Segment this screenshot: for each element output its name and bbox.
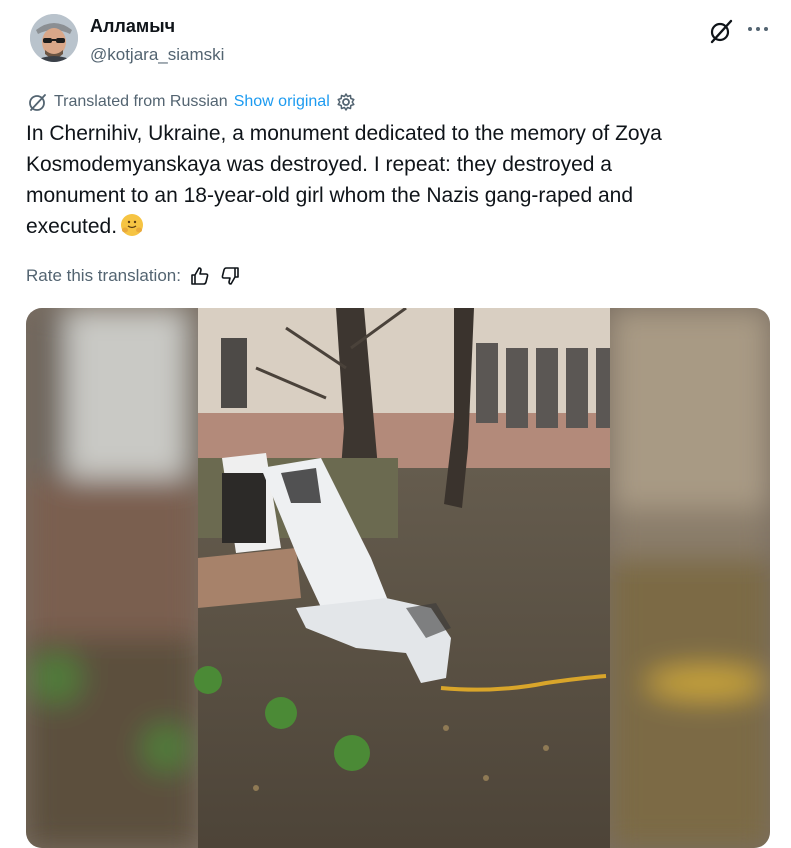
gear-icon[interactable] [336,92,356,112]
thumbs-down-icon[interactable] [219,265,241,287]
rate-translation: Rate this translation: [26,264,241,288]
grok-icon[interactable] [708,18,734,44]
hugging-face-emoji [121,214,144,236]
avatar-image [30,14,78,62]
translation-bar: Translated from Russian Show original [28,91,356,113]
avatar[interactable] [30,14,78,62]
thumbs-up-icon[interactable] [189,265,211,287]
user-handle[interactable]: @kotjara_siamski [90,45,224,65]
show-original-link[interactable]: Show original [234,93,330,111]
tweet-line: In Chernihiv, Ukraine, a monument dedica… [26,122,662,145]
tweet-line: Kosmodemyanskaya was destroyed. I repeat… [26,153,612,176]
translated-label: Translated from Russian [54,93,228,110]
tweet-line: monument to an 18-year-old girl whom the… [26,184,634,207]
toppled-statue-photo [26,308,770,848]
media-video-frame[interactable] [26,308,770,848]
display-name[interactable]: Алламыч [90,16,175,37]
tweet-text: In Chernihiv, Ukraine, a monument dedica… [26,118,756,242]
rate-label: Rate this translation: [26,266,181,285]
more-options-icon[interactable] [745,16,771,42]
tweet-line: executed. [26,215,118,238]
translate-icon [29,94,46,111]
